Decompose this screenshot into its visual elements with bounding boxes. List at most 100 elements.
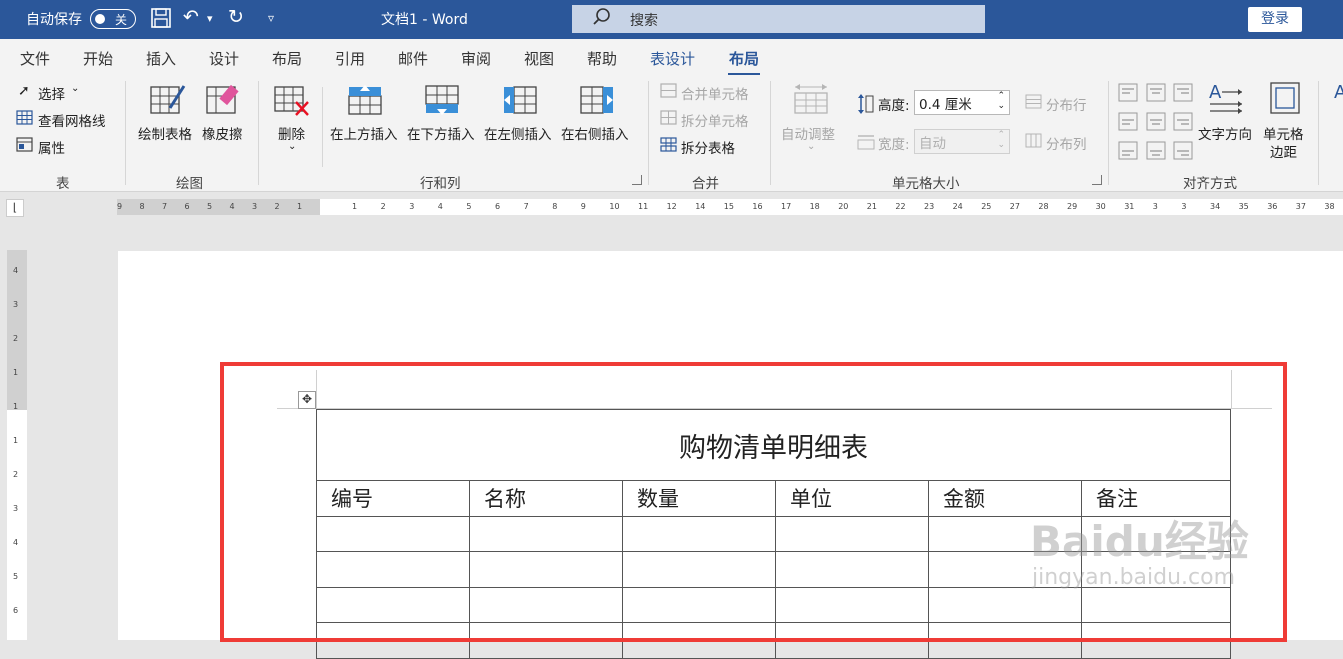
split-table-icon [660, 137, 677, 152]
group-label-draw: 绘图 [176, 176, 203, 192]
eraser-label: 橡皮擦 [202, 127, 243, 143]
tab-table-layout[interactable]: 布局 [727, 48, 761, 76]
height-input[interactable]: 0.4 厘米 ⌃ ⌄ [914, 90, 1010, 115]
delete-table-icon [274, 86, 309, 116]
group-separator [258, 81, 259, 185]
autosave-label: 自动保存 [26, 12, 82, 28]
ruler-number: 4 [13, 266, 19, 275]
ruler-number: 36 [1267, 202, 1278, 211]
ruler-number: 6 [184, 202, 190, 211]
ruler-number: 5 [207, 202, 213, 211]
ruler-number: 1 [297, 202, 303, 211]
group-label-merge: 合并 [692, 176, 719, 192]
svg-text:A: A [1209, 82, 1222, 103]
ruler-number: 15 [723, 202, 734, 211]
tab-mailings[interactable]: 邮件 [398, 48, 428, 69]
height-value: 0.4 厘米 [919, 97, 972, 113]
group-separator [125, 81, 126, 185]
ruler-number: 18 [809, 202, 820, 211]
group-label-table: 表 [56, 176, 70, 192]
undo-icon[interactable]: ↶ [183, 6, 199, 28]
draw-table-icon [150, 85, 186, 114]
eraser-icon [206, 84, 239, 114]
delete-label: 删除 [278, 127, 305, 143]
width-label: 宽度: [878, 137, 910, 153]
delete-dropdown-icon: ⌄ [288, 141, 297, 152]
group-separator [648, 81, 649, 185]
title-bar: 自动保存 关 ↶ ▾ ↻ ▿ 文档1 - Word 搜索 登录 [0, 0, 1343, 39]
ruler-number: 30 [1095, 202, 1106, 211]
ruler-number: 35 [1238, 202, 1249, 211]
ruler-number: 10 [609, 202, 620, 211]
gridlines-icon [16, 110, 33, 125]
draw-table-label: 绘制表格 [138, 127, 192, 143]
tab-review[interactable]: 审阅 [461, 48, 491, 69]
search-box[interactable]: 搜索 [572, 5, 985, 33]
select-label: 选择 [38, 87, 65, 103]
ruler-number: 9 [580, 202, 586, 211]
tab-help[interactable]: 帮助 [587, 48, 617, 69]
ruler-number: 4 [229, 202, 235, 211]
tab-file[interactable]: 文件 [20, 48, 50, 69]
ruler-number: 24 [952, 202, 963, 211]
width-input[interactable]: 自动 ⌃ ⌄ [914, 129, 1010, 154]
ruler-number: 3 [409, 202, 415, 211]
insert-right-label: 在右侧插入 [561, 127, 629, 143]
ruler-number: 34 [1210, 202, 1221, 211]
width-spinner-icon[interactable]: ⌃ ⌄ [997, 130, 1005, 150]
ruler-number: 3 [252, 202, 258, 211]
ruler-number: 28 [1038, 202, 1049, 211]
watermark-logo: Baidu经验 [1030, 517, 1249, 566]
login-button[interactable]: 登录 [1248, 7, 1302, 32]
height-label: 高度: [878, 98, 910, 114]
ruler-number: 14 [695, 202, 706, 211]
undo-dropdown-icon[interactable]: ▾ [207, 12, 213, 25]
ruler-number: 38 [1324, 202, 1335, 211]
tab-layout[interactable]: 布局 [272, 48, 302, 69]
ribbon: ➚ 选择 ⌄ 查看网格线 属性 表 绘制表格 橡皮擦 绘图 删除 ⌄ 在上方插入… [0, 75, 1343, 192]
ruler-number: 4 [437, 202, 443, 211]
ruler-number: 5 [13, 572, 19, 581]
autofit-dropdown-icon: ⌄ [807, 141, 816, 152]
height-spinner-icon[interactable]: ⌃ ⌄ [997, 91, 1005, 111]
ruler-number: 7 [523, 202, 529, 211]
tab-references[interactable]: 引用 [335, 48, 365, 69]
sort-icon-partial[interactable]: A [1330, 82, 1343, 114]
select-arrow-icon: ➚ [18, 83, 30, 99]
view-gridlines-label: 查看网格线 [38, 114, 106, 130]
tab-table-design[interactable]: 表设计 [650, 48, 695, 69]
autosave-toggle[interactable]: 关 [90, 9, 136, 29]
ruler-number: 4 [13, 538, 19, 547]
tab-selector-icon[interactable]: ⌊ [6, 199, 24, 217]
tab-insert[interactable]: 插入 [146, 48, 176, 69]
alignment-grid[interactable] [1118, 83, 1194, 163]
ruler-number: 7 [162, 202, 168, 211]
cell-margins-label-2: 边距 [1270, 145, 1297, 161]
split-cells-icon [660, 110, 677, 125]
horizontal-ruler[interactable]: 9 8 7 6 5 4 3 2 1 1 2 3 4 5 6 7 8 9 10 11 12 14 15 16 17 18 20 21 22… [117, 199, 1343, 215]
ruler-number: 2 [380, 202, 386, 211]
properties-label: 属性 [38, 141, 65, 157]
ruler-number: 5 [466, 202, 472, 211]
ruler-number: 1 [13, 368, 19, 377]
customize-toolbar-icon[interactable]: ▿ [268, 11, 274, 25]
tab-home[interactable]: 开始 [83, 48, 113, 69]
tab-view[interactable]: 视图 [524, 48, 554, 69]
rows-cols-launcher-icon[interactable]: launcher [632, 175, 642, 185]
ruler-number: 2 [13, 470, 19, 479]
redo-icon[interactable]: ↻ [228, 6, 244, 28]
insert-above-label: 在上方插入 [330, 127, 398, 143]
autofit-icon [794, 84, 828, 114]
ruler-number: 3 [1152, 202, 1158, 211]
split-table-label: 拆分表格 [681, 141, 735, 157]
insert-left-label: 在左侧插入 [484, 127, 552, 143]
tab-design[interactable]: 设计 [209, 48, 239, 69]
cell-size-launcher-icon[interactable]: launcher [1092, 175, 1102, 185]
save-icon[interactable] [150, 7, 172, 34]
ruler-number: 6 [13, 606, 19, 615]
merge-cells-label: 合并单元格 [681, 87, 749, 103]
vertical-ruler[interactable]: 4 3 2 1 1 1 2 3 4 5 6 [7, 250, 27, 640]
ruler-row: ⌊ 9 8 7 6 5 4 3 2 1 1 2 3 4 5 6 7 8 9 10 11 12 14 15 16 17 18 20 21… [0, 193, 1343, 220]
ruler-number: 31 [1124, 202, 1135, 211]
ruler-number: 17 [781, 202, 792, 211]
